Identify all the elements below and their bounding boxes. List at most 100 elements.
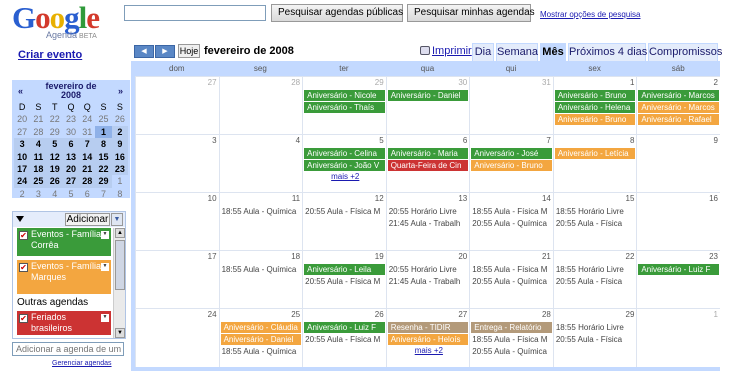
mini-day[interactable]: 5 xyxy=(63,188,79,200)
mini-day[interactable]: 11 xyxy=(30,150,47,163)
timed-event[interactable]: 18:55 Aula - Química xyxy=(221,264,302,275)
mini-day[interactable]: 9 xyxy=(111,138,128,151)
day-cell[interactable]: 11 18:55 Aula - Química xyxy=(218,193,303,250)
timed-event[interactable]: 18:55 Horário Livre xyxy=(555,322,636,333)
mini-day[interactable]: 7 xyxy=(95,188,111,200)
day-number[interactable]: 15 xyxy=(626,194,635,203)
more-events-link[interactable]: mais +2 xyxy=(331,172,359,181)
day-cell[interactable]: 22 18:55 Horário Livre 20:55 Aula - Física xyxy=(552,251,637,308)
timed-event[interactable]: 21:45 Aula - Trabalh xyxy=(388,276,469,287)
all-day-event[interactable]: Aniversário - Heloís xyxy=(387,334,469,345)
day-number[interactable]: 27 xyxy=(458,310,467,319)
all-day-event[interactable]: Aniversário - Letícia xyxy=(554,148,636,159)
calendar-menu-icon[interactable]: ▼ xyxy=(101,314,109,322)
all-day-event[interactable]: Aniversário - Helena xyxy=(554,102,636,113)
day-number[interactable]: 7 xyxy=(546,136,550,145)
tab-compromissos[interactable]: Compromissos xyxy=(648,43,722,61)
day-number[interactable]: 25 xyxy=(291,310,300,319)
day-cell[interactable]: 12 20:55 Aula - Física M xyxy=(302,193,386,250)
tab-semana[interactable]: Semana xyxy=(496,43,538,61)
mini-day[interactable]: 25 xyxy=(30,175,47,188)
day-number[interactable]: 23 xyxy=(709,252,718,261)
day-number[interactable]: 19 xyxy=(375,252,384,261)
mini-day[interactable]: 26 xyxy=(46,175,63,188)
timed-event[interactable]: 21:45 Aula - Trabalh xyxy=(388,218,469,229)
all-day-event[interactable]: Aniversário - João V xyxy=(304,160,385,171)
day-number[interactable]: 28 xyxy=(542,310,551,319)
all-day-event[interactable]: Aniversário - Daniel xyxy=(220,334,302,345)
timed-event[interactable]: 20:55 Horário Livre xyxy=(388,264,469,275)
mini-day[interactable]: 4 xyxy=(47,188,63,200)
mini-day[interactable]: 23 xyxy=(63,113,79,125)
day-cell[interactable]: 5 Aniversário - Celina Aniversário - João … xyxy=(302,135,386,192)
mini-day[interactable]: 1 xyxy=(112,175,128,187)
all-day-event[interactable]: Aniversário - Celina xyxy=(304,148,385,159)
day-number[interactable]: 30 xyxy=(458,78,467,87)
day-cell[interactable]: 2 Aniversário - Marcos Aniversário - Marco… xyxy=(636,77,720,134)
mini-day[interactable]: 24 xyxy=(79,113,95,125)
mini-day[interactable]: 10 xyxy=(14,150,31,163)
day-number[interactable]: 4 xyxy=(296,136,300,145)
mini-day[interactable]: 27 xyxy=(14,126,30,138)
day-cell[interactable]: 29 18:55 Horário Livre 20:55 Aula - Física xyxy=(552,309,637,367)
day-cell[interactable]: 23 Aniversário - Luiz F xyxy=(636,251,720,308)
day-number[interactable]: 14 xyxy=(542,194,551,203)
mini-day[interactable]: 3 xyxy=(14,138,31,151)
calendar-menu-icon[interactable]: ▼ xyxy=(101,231,109,239)
timed-event[interactable]: 20:55 Aula - Física M xyxy=(304,206,385,217)
mini-day[interactable]: 2 xyxy=(111,125,128,139)
create-event-link[interactable]: Criar evento xyxy=(18,49,82,61)
day-cell[interactable]: 14 18:55 Aula - Física M 20:55 Aula - Quím… xyxy=(469,193,553,250)
tab-pr-ximos-4-dias[interactable]: Próximos 4 dias xyxy=(568,43,647,61)
day-cell[interactable]: 3 xyxy=(135,135,219,192)
today-button[interactable]: Hoje xyxy=(178,44,200,58)
mini-day[interactable]: 30 xyxy=(63,126,79,138)
all-day-event[interactable]: Aniversário - José xyxy=(471,148,552,159)
day-number[interactable]: 5 xyxy=(379,136,383,145)
all-day-event[interactable]: Aniversário - Luiz F xyxy=(304,322,385,333)
manage-calendars-link[interactable]: Gerenciar agendas xyxy=(52,360,112,367)
mini-day[interactable]: 5 xyxy=(46,138,63,151)
day-cell[interactable]: 13 20:55 Horário Livre 21:45 Aula - Trabal… xyxy=(385,193,470,250)
calendar-list-scrollbar[interactable]: ▲ ▼ xyxy=(113,228,125,338)
mini-day[interactable]: 19 xyxy=(46,162,63,176)
add-dropdown-icon[interactable]: ▼ xyxy=(111,213,123,226)
day-number[interactable]: 26 xyxy=(375,310,384,319)
mini-day[interactable]: 14 xyxy=(79,150,96,163)
prev-period-button[interactable]: ◀ xyxy=(134,45,154,58)
mini-day[interactable]: 23 xyxy=(111,162,128,176)
mini-day[interactable]: 26 xyxy=(112,113,128,125)
day-cell[interactable]: 1 xyxy=(636,309,720,367)
day-cell[interactable]: 26 Aniversário - Luiz F 20:55 Aula - Físic… xyxy=(302,309,386,367)
tab-dia[interactable]: Dia xyxy=(472,43,494,61)
timed-event[interactable]: 20:55 Aula - Física M xyxy=(304,334,385,345)
search-public-calendars-button[interactable]: Pesquisar agendas públicas xyxy=(271,4,403,22)
all-day-event[interactable]: Aniversário - Bruno xyxy=(471,160,552,171)
calendar-item[interactable]: ✔ Eventos - Família Corrêa ▼ xyxy=(17,228,111,256)
day-cell[interactable]: 24 xyxy=(135,309,219,367)
day-number[interactable]: 8 xyxy=(630,136,634,145)
mini-day[interactable]: 8 xyxy=(112,188,128,200)
show-search-options-link[interactable]: Mostrar opções de pesquisa xyxy=(540,10,641,19)
day-cell[interactable]: 31 xyxy=(469,77,553,134)
all-day-event[interactable]: Entrega - Relatório xyxy=(471,322,552,333)
day-number[interactable]: 31 xyxy=(542,78,551,87)
timed-event[interactable]: 20:55 Horário Livre xyxy=(388,206,469,217)
all-day-event[interactable]: Aniversário - Leila xyxy=(304,264,385,275)
day-cell[interactable]: 28 Entrega - Relatório 18:55 Aula - Física… xyxy=(469,309,553,367)
all-day-event[interactable]: Aniversário - Rafael xyxy=(638,114,719,125)
day-number[interactable]: 13 xyxy=(458,194,467,203)
all-day-event[interactable]: Aniversário - Thaís xyxy=(304,102,385,113)
timed-event[interactable]: 20:55 Aula - Física M xyxy=(304,276,385,287)
day-number[interactable]: 11 xyxy=(292,194,300,203)
day-number[interactable]: 9 xyxy=(714,136,718,145)
scroll-up-icon[interactable]: ▲ xyxy=(115,228,125,238)
mini-day[interactable]: 22 xyxy=(47,113,63,125)
all-day-event[interactable]: Aniversário - Marcos xyxy=(638,102,719,113)
day-cell[interactable]: 18 18:55 Aula - Química xyxy=(218,251,303,308)
day-cell[interactable]: 25 Aniversário - Cláudia Aniversário - Dan… xyxy=(218,309,303,367)
day-cell[interactable]: 27 xyxy=(135,77,219,134)
mini-day[interactable]: 6 xyxy=(62,138,80,151)
checkbox-icon[interactable]: ✔ xyxy=(19,314,28,323)
add-calendar-button[interactable]: Adicionar xyxy=(65,213,110,226)
